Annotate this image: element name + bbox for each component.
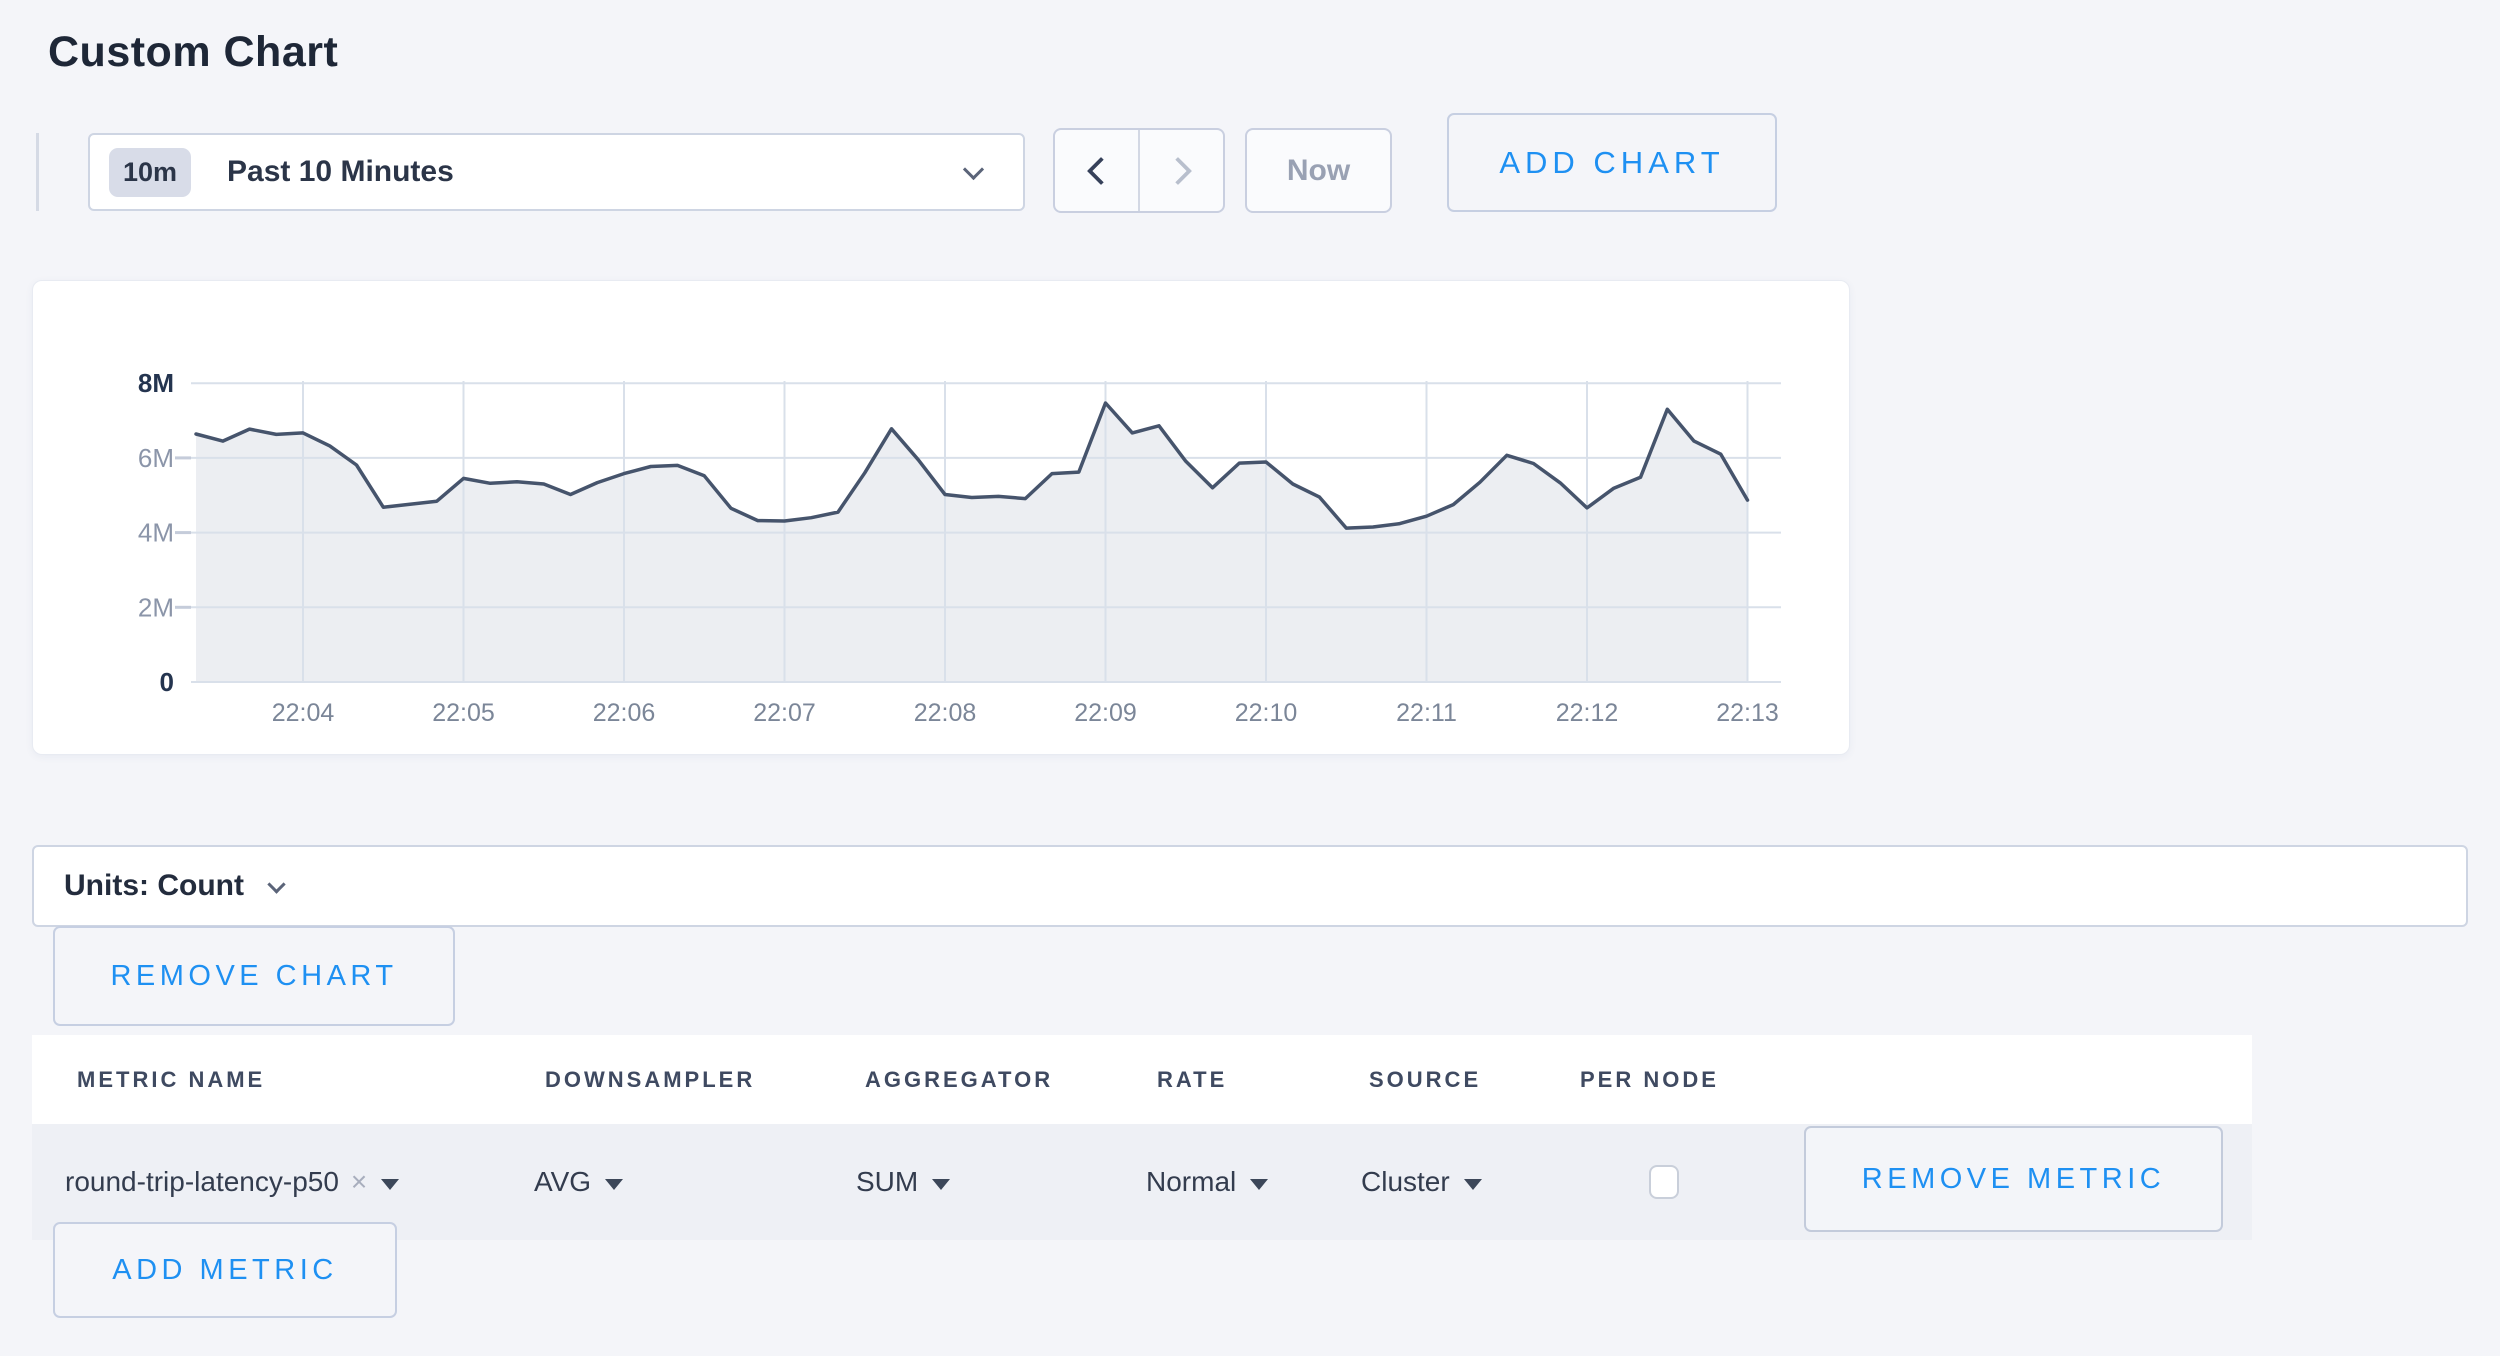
chevron-left-icon [1086,156,1114,184]
remove-metric-button[interactable]: REMOVE METRIC [1804,1126,2223,1232]
x-axis-tick-label: 22:08 [914,699,977,727]
dropdown-caret-icon [1250,1179,1268,1190]
units-select-label: Units: Count [64,869,244,903]
custom-chart-canvas[interactable]: 0 2M 4M 6M 8M 22:04 22:05 22:06 22:07 22:08 22:09 2… [33,281,1849,754]
add-chart-button[interactable]: ADD CHART [1447,113,1777,212]
aggregator-value: SUM [856,1166,918,1198]
x-axis-tick-label: 22:11 [1396,699,1457,727]
time-window-select[interactable]: 10m Past 10 Minutes [88,133,1025,211]
metrics-table-header: METRIC NAME DOWNSAMPLER AGGREGATOR RATE SOUR… [32,1035,2252,1124]
column-header-source: SOURCE [1369,1067,1481,1093]
time-nav-group [1053,128,1225,213]
y-axis-tick-label: 2M [138,592,174,622]
column-header-downsampler: DOWNSAMPLER [545,1067,755,1093]
dropdown-caret-icon [381,1179,399,1190]
units-select[interactable]: Units: Count [32,845,2468,927]
y-axis-tick-label: 0 [160,667,174,697]
page-title: Custom Chart [48,28,338,77]
y-axis-tick-label: 6M [138,443,174,473]
downsampler-select[interactable]: AVG [534,1166,623,1198]
column-header-rate: RATE [1157,1067,1227,1093]
toolbar-left-divider [36,133,39,211]
column-header-per-node: PER NODE [1580,1067,1719,1093]
column-header-metric-name: METRIC NAME [77,1067,265,1093]
metric-name-value: round-trip-latency-p50 [65,1166,339,1198]
chevron-right-icon [1163,156,1191,184]
downsampler-value: AVG [534,1166,591,1198]
aggregator-select[interactable]: SUM [856,1166,950,1198]
x-axis-tick-label: 22:12 [1556,699,1619,727]
clear-metric-icon[interactable]: × [351,1166,367,1198]
remove-chart-button[interactable]: REMOVE CHART [53,926,455,1026]
time-window-badge: 10m [109,148,191,197]
y-axis-tick-label: 4M [138,518,174,548]
dropdown-caret-icon [932,1179,950,1190]
metric-name-select[interactable]: round-trip-latency-p50 × [65,1166,399,1198]
x-axis-tick-label: 22:07 [753,699,816,727]
now-button[interactable]: Now [1245,128,1392,213]
y-axis-tick-label: 8M [138,368,174,398]
source-value: Cluster [1361,1166,1450,1198]
x-axis-tick-label: 22:13 [1716,699,1779,727]
rate-select[interactable]: Normal [1146,1166,1268,1198]
x-axis-tick-label: 22:04 [272,699,335,727]
dropdown-caret-icon [605,1179,623,1190]
prev-time-button[interactable] [1055,130,1140,211]
metric-area [196,403,1748,682]
add-metric-button[interactable]: ADD METRIC [53,1222,397,1318]
source-select[interactable]: Cluster [1361,1166,1482,1198]
chevron-down-icon [267,875,285,893]
custom-chart-page: Custom Chart 10m Past 10 Minutes Now ADD… [0,0,2500,1356]
x-axis-tick-label: 22:10 [1235,699,1298,727]
rate-value: Normal [1146,1166,1236,1198]
x-axis-tick-label: 22:06 [593,699,656,727]
next-time-button[interactable] [1140,130,1223,211]
per-node-checkbox[interactable] [1649,1165,1679,1199]
dropdown-caret-icon [1464,1179,1482,1190]
x-axis-tick-label: 22:05 [432,699,495,727]
chevron-down-icon [963,158,984,179]
column-header-aggregator: AGGREGATOR [865,1067,1053,1093]
time-window-label: Past 10 Minutes [227,155,454,189]
chart-card: 0 2M 4M 6M 8M 22:04 22:05 22:06 22:07 22:08 22:09 2… [32,280,1850,755]
x-axis-tick-label: 22:09 [1074,699,1137,727]
